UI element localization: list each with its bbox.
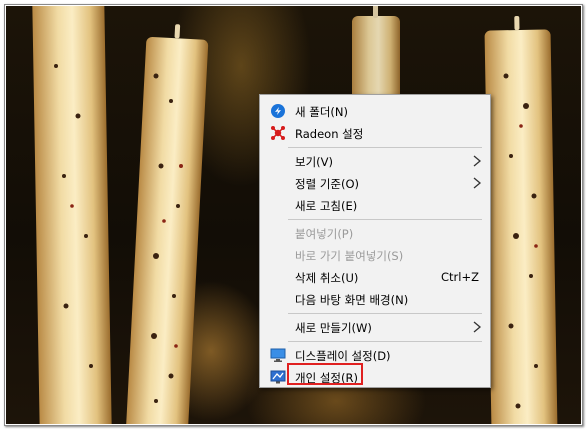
menu-item-label: 바로 가기 붙여넣기(S): [295, 249, 404, 263]
wallpaper-candle: [484, 15, 558, 424]
submenu-arrow-icon: [472, 321, 482, 333]
menu-item-label: 디스플레이 설정(D): [295, 349, 391, 363]
menu-item-sort-by[interactable]: 정렬 기준(O): [260, 172, 490, 194]
menu-item-label: 새로 고침(E): [295, 199, 358, 213]
menu-item-new-folder[interactable]: 새 폴더(N): [260, 100, 490, 122]
display-icon: [270, 347, 286, 363]
desktop-context-menu: 새 폴더(N) Radeon 설정 보기(V) 정렬 기준(O) 새로 고침(E…: [259, 94, 491, 388]
screenshot-frame: 새 폴더(N) Radeon 설정 보기(V) 정렬 기준(O) 새로 고침(E…: [4, 4, 583, 426]
wallpaper-candle: [352, 6, 400, 106]
menu-item-paste-shortcut: 바로 가기 붙여넣기(S): [260, 244, 490, 266]
menu-item-undo-delete[interactable]: 삭제 취소(U) Ctrl+Z: [260, 266, 490, 288]
menu-item-label: 다음 바탕 화면 배경(N): [295, 293, 409, 307]
wallpaper-candle: [32, 6, 112, 424]
menu-item-radeon-settings[interactable]: Radeon 설정: [260, 122, 490, 144]
menu-item-label: Radeon 설정: [295, 127, 364, 141]
personalize-highlight-box: [287, 363, 363, 385]
menu-separator: [288, 219, 482, 220]
menu-separator: [288, 341, 482, 342]
menu-item-shortcut: Ctrl+Z: [441, 270, 479, 284]
new-folder-icon: [270, 103, 286, 119]
menu-item-next-background[interactable]: 다음 바탕 화면 배경(N): [260, 288, 490, 310]
menu-separator: [288, 313, 482, 314]
menu-item-new[interactable]: 새로 만들기(W): [260, 316, 490, 338]
submenu-arrow-icon: [472, 155, 482, 167]
personalize-icon: [270, 369, 286, 385]
menu-item-label: 붙여넣기(P): [295, 227, 354, 241]
menu-item-paste: 붙여넣기(P): [260, 222, 490, 244]
submenu-arrow-icon: [472, 177, 482, 189]
menu-item-label: 삭제 취소(U): [295, 271, 359, 285]
menu-item-label: 새로 만들기(W): [295, 321, 372, 335]
menu-item-label: 보기(V): [295, 155, 333, 169]
desktop-wallpaper[interactable]: 새 폴더(N) Radeon 설정 보기(V) 정렬 기준(O) 새로 고침(E…: [6, 6, 581, 424]
wallpaper-candle: [125, 24, 209, 424]
menu-item-label: 정렬 기준(O): [295, 177, 359, 191]
menu-item-label: 새 폴더(N): [295, 105, 348, 119]
menu-separator: [288, 147, 482, 148]
menu-item-refresh[interactable]: 새로 고침(E): [260, 194, 490, 216]
radeon-icon: [270, 125, 286, 141]
menu-item-view[interactable]: 보기(V): [260, 150, 490, 172]
